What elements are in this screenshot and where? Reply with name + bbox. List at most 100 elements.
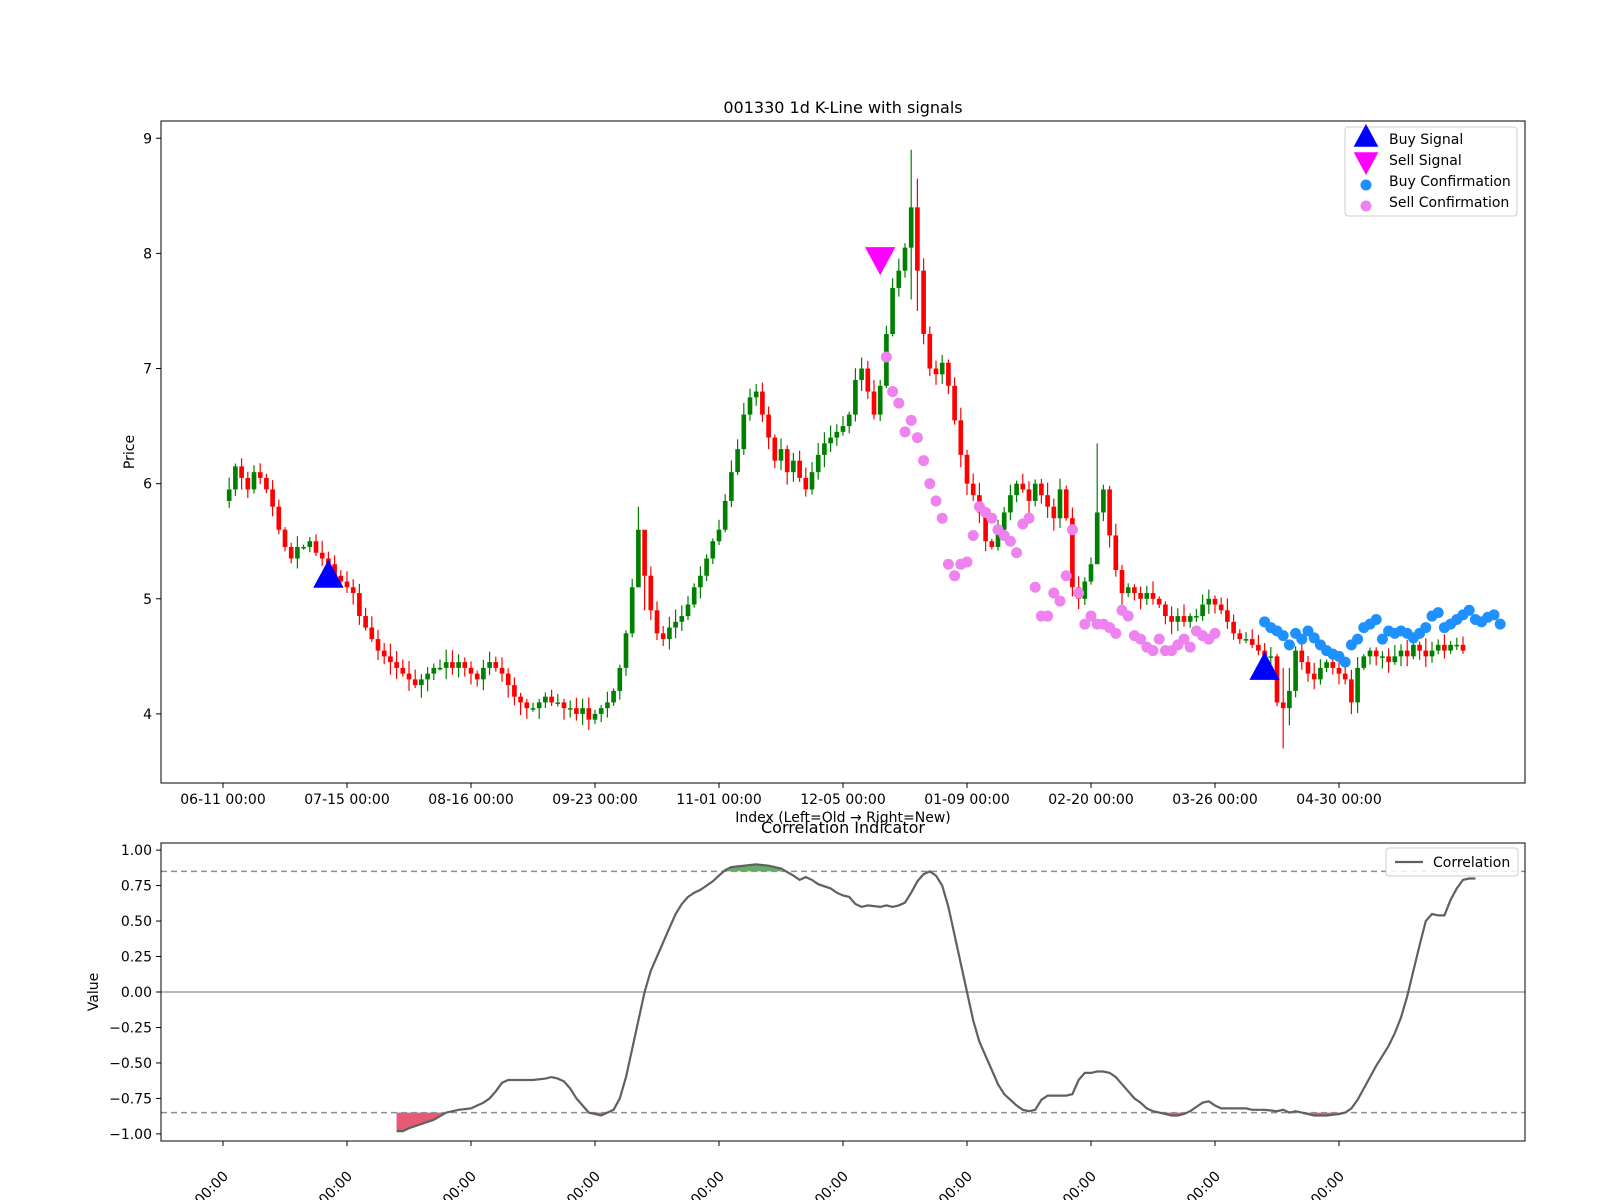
candle-body	[1051, 506, 1057, 519]
sell-signal-marker	[865, 247, 896, 276]
candle	[921, 258, 926, 345]
buy-confirmation-point	[1339, 656, 1351, 668]
candle-body	[561, 702, 567, 709]
candle	[357, 583, 362, 625]
candle	[1293, 646, 1298, 698]
candle-body	[1342, 673, 1348, 680]
kline-legend-label: Sell Signal	[1389, 153, 1462, 169]
candle	[468, 661, 474, 685]
sell-confirmation-point	[1122, 610, 1134, 622]
candle-body	[772, 437, 778, 461]
candle-body	[394, 662, 399, 668]
correlation-ytick-label: −1.00	[109, 1127, 152, 1143]
candle	[1342, 666, 1348, 685]
sell-confirmation-point	[1029, 581, 1041, 593]
sell-confirmation-point	[1011, 547, 1023, 559]
candle-body	[400, 667, 406, 674]
sell-confirmation-point	[911, 432, 923, 444]
kline-xtick-label: 01-09 00:00	[924, 792, 1009, 808]
candle-body	[456, 662, 461, 668]
buy-confirmation-point	[1420, 622, 1432, 634]
sell-confirmation-point	[893, 397, 905, 409]
candle	[1404, 639, 1410, 667]
candle	[1218, 597, 1224, 615]
candle-body	[524, 702, 530, 709]
candle	[710, 538, 716, 565]
candle	[1045, 482, 1050, 519]
candle	[1361, 654, 1367, 671]
candle	[233, 463, 238, 496]
correlation-xtick-label: 5 00:00	[307, 1169, 356, 1200]
candle-body	[1349, 679, 1354, 703]
kline-xtick-label: 03-26 00:00	[1172, 792, 1257, 808]
candle	[1305, 656, 1311, 682]
candle-body	[958, 420, 964, 455]
candle-body	[493, 662, 499, 668]
candle-body	[530, 708, 536, 710]
candle-body	[946, 362, 951, 386]
candle-body	[301, 546, 306, 549]
candle	[437, 659, 443, 671]
candle-body	[1324, 662, 1329, 668]
correlation-xaxis: 1 00:00 5 00:00 6 00:00 3 00:00 1 00:00 5 00:…	[183, 1141, 1348, 1200]
candle	[834, 424, 840, 446]
candle-body	[431, 667, 437, 674]
candle-body	[1032, 483, 1038, 501]
candle	[1212, 595, 1218, 614]
sell-confirmation-point	[918, 455, 930, 467]
candle-body	[1398, 650, 1404, 657]
candle	[1280, 667, 1286, 749]
candle-body	[450, 662, 455, 668]
candle	[505, 668, 511, 698]
candle	[1194, 608, 1199, 622]
candle	[1423, 638, 1429, 668]
candle-body	[226, 489, 232, 501]
candle-body	[722, 500, 728, 530]
candle	[400, 659, 406, 677]
candle	[660, 625, 666, 647]
candle-body	[1125, 587, 1131, 594]
candle	[1225, 598, 1230, 629]
candle-body	[927, 333, 933, 369]
candle-body	[1063, 489, 1069, 519]
candle	[1138, 586, 1143, 610]
candle-body	[1138, 593, 1143, 599]
candle-body	[933, 368, 939, 375]
candle-body	[1113, 535, 1119, 571]
candle	[536, 698, 542, 719]
sell-confirmation-point	[1060, 570, 1072, 582]
sell-confirmation-point	[1147, 645, 1159, 657]
candle	[1063, 485, 1069, 521]
candle-body	[350, 587, 356, 594]
candle	[815, 442, 821, 480]
candle	[1237, 629, 1243, 644]
candle	[890, 278, 895, 337]
candle	[654, 601, 660, 641]
candle	[530, 702, 536, 712]
candle	[425, 666, 430, 692]
candle	[319, 540, 325, 566]
sell-confirmation-point	[905, 414, 917, 426]
candle-body	[1318, 667, 1323, 680]
candle-body	[462, 662, 468, 668]
candle-body	[257, 472, 263, 478]
candle	[431, 663, 437, 681]
candle-body	[276, 506, 282, 530]
candle	[629, 578, 635, 638]
candle	[952, 377, 957, 425]
sell-signal-markers	[865, 247, 896, 276]
candle-body	[1287, 690, 1292, 709]
candle	[902, 243, 908, 278]
candle	[1051, 498, 1057, 531]
candle-body	[1181, 616, 1187, 622]
candle	[1187, 613, 1193, 628]
candle	[1429, 641, 1435, 663]
candle-body	[952, 385, 957, 421]
candle-body	[1057, 489, 1063, 519]
candle-body	[375, 639, 381, 651]
candle-body	[1218, 604, 1224, 611]
candle-body	[388, 656, 393, 663]
candle-body	[704, 558, 709, 576]
kline-legend-label: Buy Confirmation	[1389, 174, 1511, 190]
sell-confirmation-point	[1023, 512, 1035, 524]
